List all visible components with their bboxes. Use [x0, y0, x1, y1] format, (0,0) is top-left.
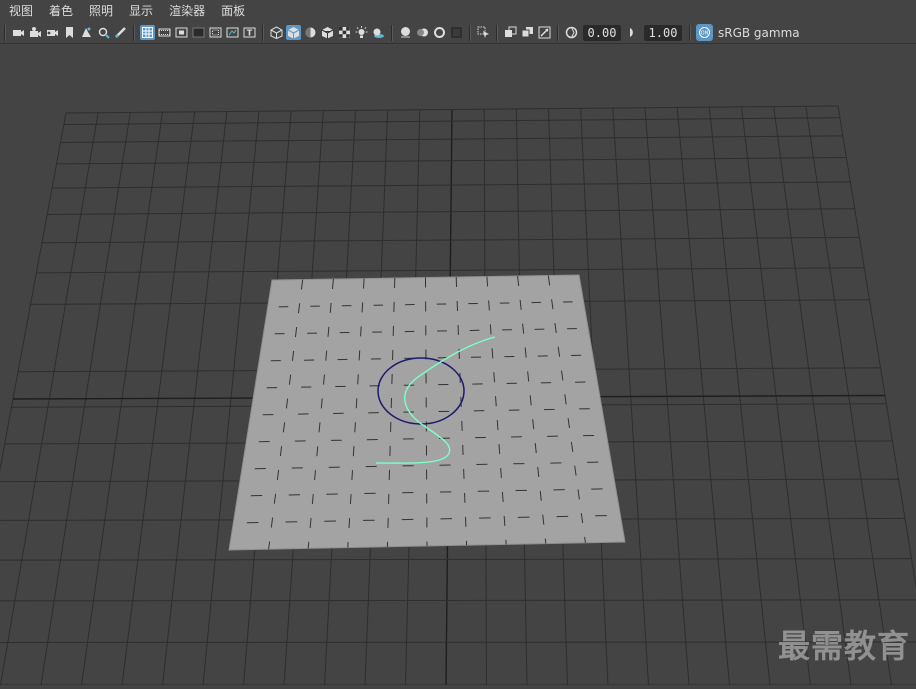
shadows-icon[interactable] — [371, 25, 386, 40]
bookmark-camera-icon[interactable] — [45, 25, 60, 40]
menu-panels[interactable]: 面板 — [212, 0, 252, 22]
gate-mask-icon[interactable] — [191, 25, 206, 40]
camera-attributes-icon[interactable] — [28, 25, 43, 40]
gamma-field[interactable]: 1.00 — [644, 25, 682, 41]
color-management-icon[interactable]: ON — [696, 24, 713, 41]
toolbar-separator — [133, 25, 135, 41]
gamma-icon[interactable] — [625, 25, 640, 40]
bookmark-icon[interactable] — [62, 25, 77, 40]
xray-components-icon[interactable] — [537, 25, 552, 40]
resolution-gate-icon[interactable] — [174, 25, 189, 40]
3d-viewport[interactable]: 最需教育 — [0, 45, 916, 685]
menu-bar: 视图 着色 照明 显示 渲染器 面板 — [0, 0, 916, 22]
motion-blur-icon[interactable] — [415, 25, 430, 40]
default-material-icon[interactable] — [303, 25, 318, 40]
menu-show[interactable]: 显示 — [120, 0, 160, 22]
image-plane-icon[interactable] — [79, 25, 94, 40]
select-camera-icon[interactable] — [11, 25, 26, 40]
polygon-plane[interactable] — [229, 275, 625, 550]
toolbar-separator — [262, 25, 264, 41]
exposure-field[interactable]: 0.00 — [583, 25, 621, 41]
toolbar-separator — [469, 25, 471, 41]
svg-text:T: T — [247, 29, 253, 38]
xray-icon[interactable] — [503, 25, 518, 40]
use-lights-icon[interactable] — [354, 25, 369, 40]
grid-line — [0, 559, 911, 561]
field-chart-icon[interactable] — [208, 25, 223, 40]
toolbar-separator — [557, 25, 559, 41]
toolbar-separator — [496, 25, 498, 41]
color-space-label[interactable]: sRGB gamma — [718, 26, 800, 40]
isolate-select-icon[interactable] — [476, 25, 491, 40]
grid-line — [0, 600, 916, 601]
screen-space-ao-icon[interactable] — [398, 25, 413, 40]
smooth-shade-icon[interactable] — [286, 25, 301, 40]
wireframe-icon[interactable] — [269, 25, 284, 40]
depth-of-field-icon[interactable] — [449, 25, 464, 40]
film-gate-icon[interactable] — [157, 25, 172, 40]
menu-renderer[interactable]: 渲染器 — [160, 0, 212, 22]
safe-action-icon[interactable] — [225, 25, 240, 40]
textured-icon[interactable] — [337, 25, 352, 40]
toolbar-separator — [391, 25, 393, 41]
exposure-icon[interactable] — [564, 25, 579, 40]
menu-shading[interactable]: 着色 — [40, 0, 80, 22]
panel-toolbar: T 0.00 1.00 ON sRGB gamma — [0, 22, 916, 44]
toolbar-separator — [689, 25, 691, 41]
menu-lighting[interactable]: 照明 — [80, 0, 120, 22]
toolbar-separator — [4, 25, 6, 41]
menu-view[interactable]: 视图 — [0, 0, 40, 22]
watermark: 最需教育 — [778, 621, 910, 667]
safe-title-icon[interactable]: T — [242, 25, 257, 40]
grid-icon[interactable] — [140, 25, 155, 40]
grease-pencil-icon[interactable] — [113, 25, 128, 40]
wireframe-on-shaded-icon[interactable] — [320, 25, 335, 40]
anti-alias-icon[interactable] — [432, 25, 447, 40]
2d-pan-zoom-icon[interactable] — [96, 25, 111, 40]
svg-text:ON: ON — [701, 31, 709, 37]
viewport-scene[interactable] — [0, 45, 916, 685]
xray-joints-icon[interactable] — [520, 25, 535, 40]
